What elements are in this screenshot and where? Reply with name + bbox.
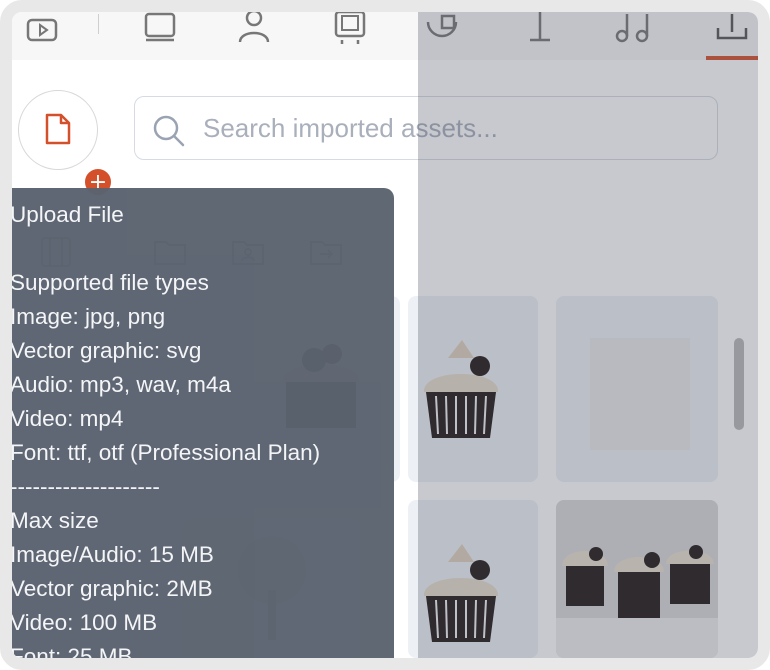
- upload-file-tooltip: Upload File Supported file types Image: …: [12, 188, 394, 658]
- tooltip-supported-item: Vector graphic: svg: [12, 338, 202, 363]
- tooltip-supported-item: Image: jpg, png: [12, 304, 166, 329]
- tooltip-max-item: Font: 25 MB: [12, 644, 133, 658]
- modal-backdrop: [418, 12, 758, 658]
- video-icon[interactable]: [22, 12, 62, 44]
- person-icon[interactable]: [234, 12, 274, 44]
- tooltip-max-heading: Max size: [12, 508, 99, 533]
- layers-icon[interactable]: [140, 12, 180, 44]
- tooltip-max-item: Video: 100 MB: [12, 610, 158, 635]
- tooltip-title: Upload File: [12, 202, 124, 227]
- tooltip-supported-item: Font: ttf, otf (Professional Plan): [12, 440, 321, 465]
- upload-file-button[interactable]: +: [18, 90, 113, 197]
- tooltip-supported-item: Audio: mp3, wav, m4a: [12, 372, 231, 397]
- toolbar-divider: [98, 14, 99, 34]
- tooltip-max-item: Vector graphic: 2MB: [12, 576, 213, 601]
- tooltip-supported-heading: Supported file types: [12, 270, 209, 295]
- file-icon: [45, 113, 71, 145]
- tooltip-divider: --------------------: [12, 474, 160, 499]
- tooltip-max-item: Image/Audio: 15 MB: [12, 542, 214, 567]
- asset-library-app: + Search imported assets... Upload File …: [12, 12, 758, 658]
- device-icon[interactable]: [330, 12, 370, 44]
- search-icon: [153, 115, 185, 147]
- tooltip-supported-item: Video: mp4: [12, 406, 124, 431]
- tooltip-spacer: [12, 232, 394, 266]
- screenshot-frame: + Search imported assets... Upload File …: [0, 0, 770, 670]
